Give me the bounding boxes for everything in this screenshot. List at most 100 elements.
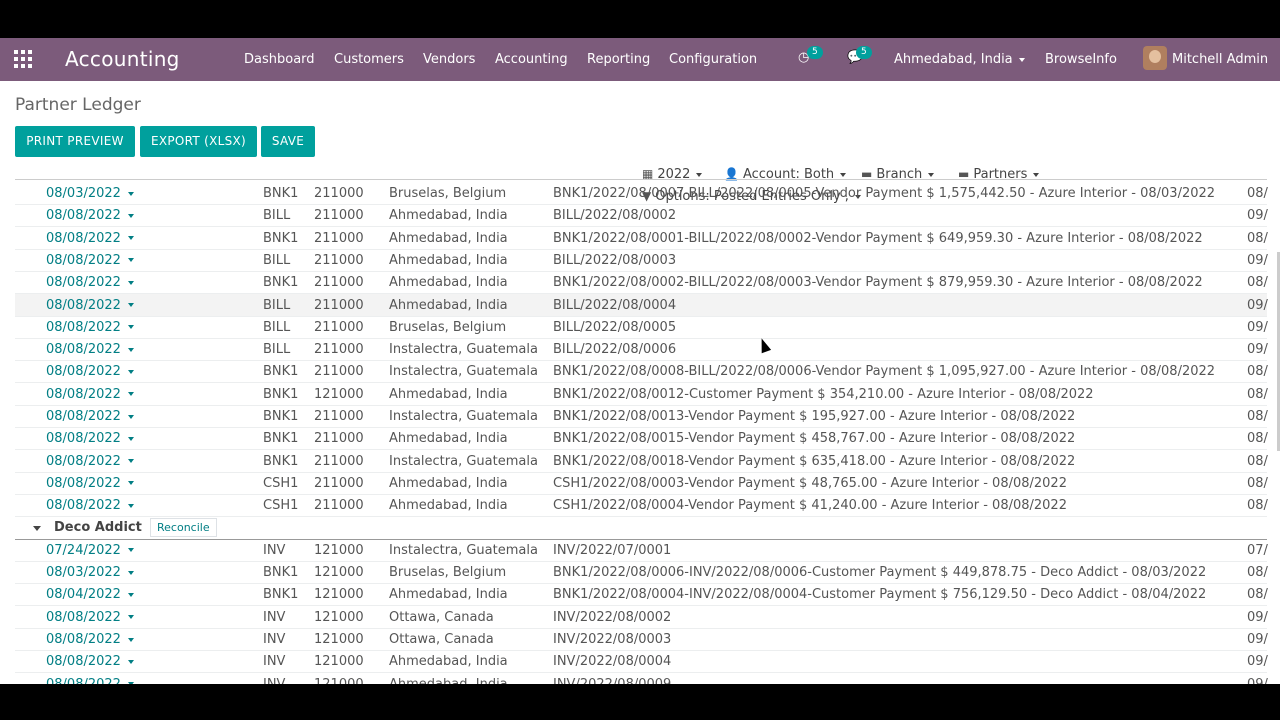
cell-date[interactable]: 08/08/2022 xyxy=(46,298,134,313)
table-row[interactable]: 08/04/2022 BNK1 121000 Ahmedabad, India BNK1… xyxy=(15,583,1268,607)
cell-date[interactable]: 08/08/2022 xyxy=(46,654,134,669)
menu-reporting[interactable]: Reporting xyxy=(587,52,650,67)
ref-value: BILL/2022/08/0002 xyxy=(553,208,677,224)
cell-city: Ahmedabad, India xyxy=(389,208,508,223)
cell-date[interactable]: 08/08/2022 xyxy=(46,476,134,491)
cell-journal: CSH1 xyxy=(263,498,298,513)
activity-button[interactable]: ◷ 5 xyxy=(798,46,823,65)
chevron-down-icon xyxy=(1018,57,1025,62)
company-switcher[interactable]: Ahmedabad, India xyxy=(894,52,1025,67)
table-row[interactable]: 08/08/2022 BILL 211000 Ahmedabad, India BILL… xyxy=(15,293,1268,317)
browseinfo-link[interactable]: BrowseInfo xyxy=(1045,52,1117,67)
cell-date[interactable]: 08/08/2022 xyxy=(46,431,134,446)
menu-accounting[interactable]: Accounting xyxy=(495,52,568,67)
cell-date[interactable]: 08/08/2022 xyxy=(46,387,134,402)
export-xlsx-button[interactable]: EXPORT (XLSX) xyxy=(140,126,257,157)
cell-tail: 08/ xyxy=(1247,587,1268,602)
table-row[interactable]: 08/08/2022 BILL 211000 Ahmedabad, India BILL… xyxy=(15,249,1268,272)
cell-tail: 09/ xyxy=(1247,632,1268,647)
cell-date[interactable]: 08/08/2022 xyxy=(46,454,134,469)
cell-ref: INV/2022/08/0003 xyxy=(553,632,671,647)
table-row[interactable]: 08/08/2022 BNK1 121000 Ahmedabad, India BNK1… xyxy=(15,383,1268,406)
table-row[interactable]: 08/08/2022 BNK1 211000 Ahmedabad, India BNK1… xyxy=(15,227,1268,250)
table-row[interactable]: 08/08/2022 BNK1 211000 Instalectra, Guatema… xyxy=(15,360,1268,384)
cell-date[interactable]: 08/08/2022 xyxy=(46,498,134,513)
table-row[interactable]: 08/08/2022 INV 121000 Ahmedabad, India INV/2… xyxy=(15,650,1268,674)
city-value: Ahmedabad, India xyxy=(389,297,508,313)
city-value: Ahmedabad, India xyxy=(389,386,508,402)
menu-customers[interactable]: Customers xyxy=(334,52,404,67)
table-row[interactable]: 08/08/2022 BILL 211000 Ahmedabad, India BILL… xyxy=(15,204,1268,228)
table-row[interactable]: 08/08/2022 BNK1 211000 Instalectra, Guatema… xyxy=(15,450,1268,473)
cell-date[interactable]: 08/08/2022 xyxy=(46,208,134,223)
table-row[interactable]: 08/08/2022 BNK1 211000 Ahmedabad, India BNK1… xyxy=(15,427,1268,451)
menu-vendors[interactable]: Vendors xyxy=(423,52,475,67)
journal-value: BNK1 xyxy=(263,565,299,581)
table-row[interactable]: 08/08/2022 INV 121000 Ahmedabad, India INV/2… xyxy=(15,673,1268,684)
account-value: 121000 xyxy=(314,565,364,581)
print-preview-button[interactable]: PRINT PREVIEW xyxy=(15,126,135,157)
reconcile-button[interactable]: Reconcile xyxy=(150,517,217,537)
ref-value: BNK1/2022/08/0004-INV/2022/08/0004-Custo… xyxy=(553,587,1207,603)
cell-city: Instalectra, Guatemala xyxy=(389,342,538,357)
cell-city: Ahmedabad, India xyxy=(389,431,508,446)
table-row[interactable]: 08/03/2022 BNK1 211000 Bruselas, Belgium BNK… xyxy=(15,182,1268,205)
table-row[interactable]: 08/08/2022 INV 121000 Ottawa, Canada INV/202… xyxy=(15,628,1268,651)
user-menu[interactable]: Mitchell Admin xyxy=(1172,52,1268,67)
cell-date[interactable]: 08/08/2022 xyxy=(46,231,134,246)
journal-value: BILL xyxy=(263,297,291,313)
caret-down-icon[interactable] xyxy=(33,525,41,531)
menu-dashboard[interactable]: Dashboard xyxy=(244,52,315,67)
cell-date[interactable]: 08/08/2022 xyxy=(46,275,134,290)
cell-ref: BILL/2022/08/0002 xyxy=(553,208,676,223)
cell-ref: INV/2022/08/0002 xyxy=(553,610,671,625)
cell-date[interactable]: 08/08/2022 xyxy=(46,677,134,684)
cell-date[interactable]: 08/08/2022 xyxy=(46,610,134,625)
cell-date[interactable]: 08/08/2022 xyxy=(46,253,134,268)
save-button[interactable]: SAVE xyxy=(261,126,315,157)
cell-date[interactable]: 08/04/2022 xyxy=(46,587,134,602)
table-row[interactable]: 08/08/2022 CSH1 211000 Ahmedabad, India CSH1… xyxy=(15,472,1268,495)
cell-date[interactable]: 08/08/2022 xyxy=(46,409,134,424)
table-row[interactable]: 08/08/2022 BNK1 211000 Instalectra, Guatema… xyxy=(15,405,1268,428)
date-value: 07/24/2022 xyxy=(46,542,121,558)
cell-account: 211000 xyxy=(314,431,364,446)
cell-date[interactable]: 08/08/2022 xyxy=(46,320,134,335)
chevron-down-icon xyxy=(127,191,134,196)
menu-configuration[interactable]: Configuration xyxy=(669,52,757,67)
avatar[interactable] xyxy=(1143,46,1167,70)
account-value: 211000 xyxy=(314,342,364,358)
table-row[interactable]: 07/24/2022 INV 121000 Instalectra, Guatemal… xyxy=(15,539,1268,562)
cell-tail: 09/ xyxy=(1247,342,1268,357)
cell-date[interactable]: 07/24/2022 xyxy=(46,543,134,558)
cell-ref: BNK1/2022/08/0006-INV/2022/08/0006-Custo… xyxy=(553,565,1206,580)
cell-city: Ahmedabad, India xyxy=(389,231,508,246)
apps-menu-icon[interactable] xyxy=(14,50,32,68)
city-value: Instalectra, Guatemala xyxy=(389,409,538,424)
table-row[interactable]: 08/08/2022 CSH1 211000 Ahmedabad, India CSH1… xyxy=(15,494,1268,518)
table-row[interactable]: 08/08/2022 BILL 211000 Bruselas, Belgium BIL… xyxy=(15,316,1268,339)
partner-group-header[interactable]: Deco Addict Reconcile xyxy=(15,517,1267,540)
cell-city: Ottawa, Canada xyxy=(389,632,494,647)
table-row[interactable]: 08/08/2022 BNK1 211000 Ahmedabad, India BNK1… xyxy=(15,271,1268,295)
cell-date[interactable]: 08/08/2022 xyxy=(46,632,134,647)
cell-date[interactable]: 08/03/2022 xyxy=(46,186,134,201)
table-row[interactable]: 08/03/2022 BNK1 121000 Bruselas, Belgium BNK… xyxy=(15,561,1268,585)
cell-date[interactable]: 08/08/2022 xyxy=(46,342,134,357)
app-name[interactable]: Accounting xyxy=(65,47,180,71)
cell-tail: 09/ xyxy=(1247,253,1268,268)
tail-value: 08/ xyxy=(1247,453,1268,469)
ref-value: INV/2022/08/0003 xyxy=(553,632,672,647)
cell-tail: 08/ xyxy=(1247,409,1268,424)
ref-value: BNK1/2022/08/0002-BILL/2022/08/0003-Vend… xyxy=(553,275,1203,291)
cell-date[interactable]: 08/08/2022 xyxy=(46,364,134,379)
table-row[interactable]: 08/08/2022 BILL 211000 Instalectra, Guatema… xyxy=(15,338,1268,362)
tail-value: 09/ xyxy=(1247,677,1268,684)
cell-account: 121000 xyxy=(314,654,364,669)
tail-value: 09/ xyxy=(1247,632,1268,647)
table-row[interactable]: 08/08/2022 INV 121000 Ottawa, Canada INV/202… xyxy=(15,606,1268,629)
city-value: Ahmedabad, India xyxy=(389,654,508,670)
cell-account: 211000 xyxy=(314,364,364,379)
cell-date[interactable]: 08/03/2022 xyxy=(46,565,134,580)
messages-button[interactable]: 💬 5 xyxy=(847,46,872,65)
